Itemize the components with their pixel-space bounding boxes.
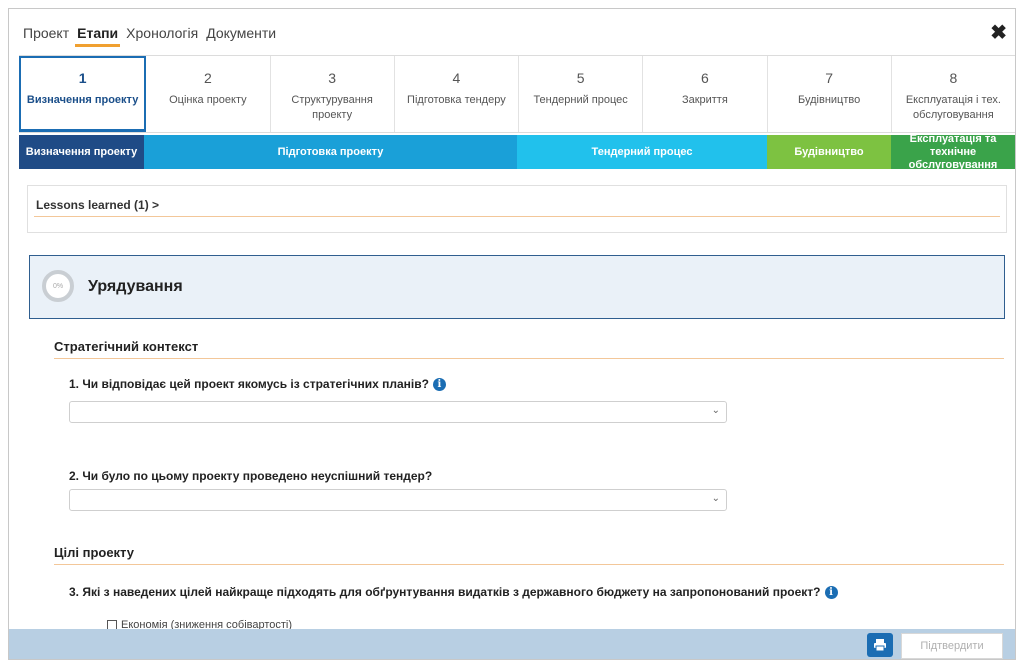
footer-bar: Підтвердити — [9, 629, 1015, 659]
step-8[interactable]: 8 Експлуатація і тех. обслуговування — [892, 56, 1015, 132]
step-2[interactable]: 2 Оцінка проекту — [146, 56, 271, 132]
phase-bar: Визначення проекту Підготовка проекту Те… — [19, 133, 1015, 171]
question-2-select[interactable]: ⌄ — [69, 489, 727, 511]
phase-operation: Експлуатація та технічне обслуговування — [891, 133, 1015, 171]
top-tabs: Проект Етапи Хронологія Документи — [21, 25, 278, 47]
question-1-text: 1. Чи відповідає цей проект якомусь із с… — [69, 377, 429, 391]
question-2-text: 2. Чи було по цьому проекту проведено не… — [69, 469, 433, 483]
step-number: 2 — [203, 70, 212, 86]
confirm-button[interactable]: Підтвердити — [901, 633, 1003, 659]
step-5[interactable]: 5 Тендерний процес — [519, 56, 644, 132]
step-label: Оцінка проекту — [169, 94, 247, 106]
tab-documents[interactable]: Документи — [204, 25, 278, 47]
step-label: Структурування проекту — [291, 94, 373, 121]
question-2: 2. Чи було по цьому проекту проведено не… — [69, 469, 432, 483]
step-3[interactable]: 3 Структурування проекту — [271, 56, 395, 132]
close-icon[interactable]: ✖ — [990, 23, 1007, 43]
stage-steps: 1 Визначення проекту 2 Оцінка проекту 3 … — [19, 55, 1015, 133]
step-1[interactable]: 1 Визначення проекту — [19, 56, 147, 132]
stages-modal: Проект Етапи Хронологія Документи ✖ 1 Ви… — [8, 8, 1016, 660]
tab-chronology[interactable]: Хронологія — [124, 25, 200, 47]
section-title: Урядування — [88, 278, 183, 295]
step-label: Підготовка тендеру — [407, 94, 506, 106]
printer-icon — [874, 639, 886, 652]
tab-project[interactable]: Проект — [21, 25, 71, 47]
progress-circle-icon: 0% — [42, 270, 74, 302]
step-number: 7 — [825, 70, 834, 86]
step-label: Будівництво — [798, 94, 861, 106]
phase-construction: Будівництво — [767, 135, 891, 169]
section-header[interactable]: 0% Урядування — [29, 255, 1005, 319]
question-1: 1. Чи відповідає цей проект якомусь із с… — [69, 377, 446, 391]
step-label: Визначення проекту — [26, 94, 139, 106]
step-number: 3 — [328, 70, 337, 86]
info-icon[interactable]: i — [824, 585, 838, 599]
step-7[interactable]: 7 Будівництво — [768, 56, 892, 132]
lessons-learned-panel: Lessons learned (1) > — [27, 185, 1007, 233]
strategic-context-heading: Стратегічний контекст — [54, 339, 199, 354]
phase-preparation: Підготовка проекту — [144, 135, 517, 169]
project-goals-heading: Цілі проекту — [54, 545, 134, 560]
step-number: 1 — [78, 70, 87, 86]
question-3-text: 3. Які з наведених цілей найкраще підход… — [69, 585, 821, 599]
step-label: Експлуатація і тех. обслуговування — [905, 94, 1001, 121]
step-number: 4 — [452, 70, 461, 86]
tab-stages[interactable]: Етапи — [75, 25, 121, 47]
chevron-down-icon: ⌄ — [711, 493, 720, 504]
step-number: 5 — [576, 70, 585, 86]
phase-tender: Тендерний процес — [517, 135, 767, 169]
step-label: Закриття — [681, 94, 728, 106]
step-number: 8 — [949, 70, 958, 86]
phase-definition: Визначення проекту — [19, 135, 144, 169]
divider — [54, 564, 1004, 565]
step-6[interactable]: 6 Закриття — [643, 56, 768, 132]
lessons-learned-link[interactable]: Lessons learned (1) > — [36, 198, 159, 212]
info-icon[interactable]: i — [432, 377, 446, 391]
question-3: 3. Які з наведених цілей найкраще підход… — [69, 585, 838, 599]
question-1-select[interactable]: ⌄ — [69, 401, 727, 423]
step-4[interactable]: 4 Підготовка тендеру — [395, 56, 519, 132]
step-label: Тендерний процес — [533, 94, 628, 106]
chevron-down-icon: ⌄ — [711, 405, 720, 416]
divider — [34, 216, 1000, 217]
divider — [54, 358, 1004, 359]
step-number: 6 — [700, 70, 709, 86]
print-button[interactable] — [867, 633, 893, 657]
